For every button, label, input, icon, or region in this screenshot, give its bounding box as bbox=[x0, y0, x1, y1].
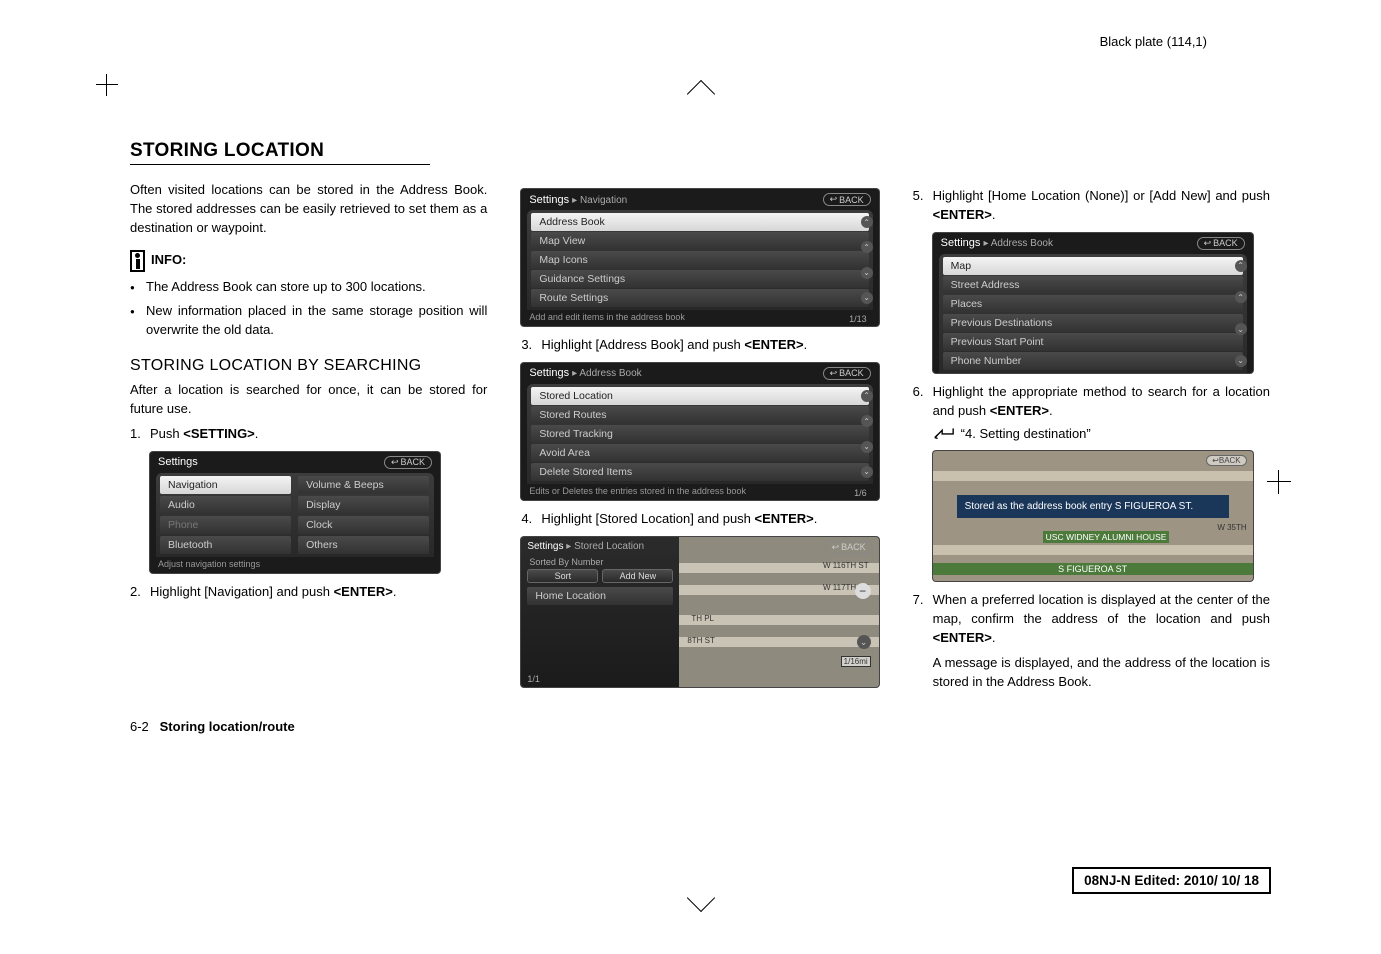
back-button[interactable]: ↩BACK bbox=[1206, 455, 1247, 466]
menu-item[interactable]: Stored Location bbox=[531, 387, 868, 405]
back-button[interactable]: ↩BACK bbox=[384, 456, 432, 469]
step-3: 3. Highlight [Address Book] and push <EN… bbox=[521, 336, 878, 355]
plate-label: Black plate (114,1) bbox=[1100, 34, 1207, 49]
menu-item[interactable]: Address Book bbox=[531, 213, 868, 231]
shot-footer: Adjust navigation settings bbox=[150, 557, 440, 573]
section-title: STORING LOCATION bbox=[130, 140, 430, 165]
menu-item[interactable]: Volume & Beeps bbox=[298, 476, 429, 494]
step-5: 5. Highlight [Home Location (None)] or [… bbox=[913, 187, 1270, 225]
back-button[interactable]: ↩BACK bbox=[825, 541, 873, 554]
menu-item[interactable]: Route Settings bbox=[531, 289, 868, 307]
back-button[interactable]: ↩BACK bbox=[823, 367, 871, 380]
registration-mark-bottom bbox=[686, 884, 714, 912]
sort-button[interactable]: Sort bbox=[527, 569, 598, 583]
scroll-arrows[interactable]: ⌃⌃⌄⌄ bbox=[861, 216, 875, 304]
step-2: 2. Highlight [Navigation] and push <ENTE… bbox=[130, 583, 487, 602]
back-button[interactable]: ↩BACK bbox=[823, 193, 871, 206]
menu-item[interactable]: Clock bbox=[298, 516, 429, 534]
scroll-down-icon[interactable]: ⌄ bbox=[857, 635, 871, 649]
menu-item[interactable]: Bluetooth bbox=[160, 536, 291, 554]
confirmation-message: Stored as the address book entry S FIGUE… bbox=[957, 495, 1229, 518]
screenshot-address-book: Settings ▸ Address Book ↩BACK Stored Loc… bbox=[521, 363, 878, 500]
shot-title: Settings bbox=[158, 456, 198, 468]
shot-footer: Add and edit items in the address book bbox=[521, 310, 878, 326]
menu-item[interactable]: Stored Routes bbox=[531, 406, 868, 424]
menu-item[interactable]: Previous Destinations bbox=[943, 314, 1243, 332]
screenshot-stored-confirmation: ↩BACK Stored as the address book entry S… bbox=[933, 451, 1253, 581]
menu-item[interactable]: Phone bbox=[160, 516, 291, 534]
step-7: 7. When a preferred location is displaye… bbox=[913, 591, 1270, 648]
page-indicator: 1/1 bbox=[527, 674, 540, 684]
map-scale: 1/16mi bbox=[841, 656, 871, 667]
menu-item[interactable]: Phone Number bbox=[943, 352, 1243, 370]
menu-item[interactable]: Navigation bbox=[160, 476, 291, 494]
menu-item[interactable]: Delete Stored Items bbox=[531, 463, 868, 481]
sorted-label: Sorted By Number bbox=[525, 557, 675, 569]
crop-mark-right bbox=[1267, 470, 1291, 494]
reference-icon bbox=[933, 426, 955, 443]
registration-mark-top bbox=[686, 80, 714, 108]
menu-item[interactable]: Previous Start Point bbox=[943, 333, 1243, 351]
step-6: 6. Highlight the appropriate method to s… bbox=[913, 383, 1270, 421]
menu-item[interactable]: Map Icons bbox=[531, 251, 868, 269]
crop-mark-left bbox=[96, 74, 118, 96]
screenshot-settings: Settings ↩BACK Navigation Volume & Beeps… bbox=[150, 452, 440, 573]
back-button[interactable]: ↩BACK bbox=[1197, 237, 1245, 250]
subsection-heading: STORING LOCATION BY SEARCHING bbox=[130, 354, 487, 377]
zoom-out-button[interactable]: − bbox=[855, 583, 871, 599]
menu-item[interactable]: Street Address bbox=[943, 276, 1243, 294]
menu-item[interactable]: Others bbox=[298, 536, 429, 554]
scroll-arrows[interactable]: ⌃⌃⌄⌄ bbox=[861, 390, 875, 478]
menu-item[interactable]: Avoid Area bbox=[531, 444, 868, 462]
page-indicator: 1/6 bbox=[854, 488, 867, 498]
screenshot-address-book-methods: Settings ▸ Address Book ↩BACK Map Street… bbox=[933, 233, 1253, 373]
cross-reference: “4. Setting destination” bbox=[933, 426, 1270, 443]
info-bullet: The Address Book can store up to 300 loc… bbox=[130, 278, 487, 297]
menu-item[interactable]: Home Location bbox=[527, 587, 673, 605]
page-footer: 6-2 Storing location/route bbox=[130, 719, 1270, 734]
info-label: INFO: bbox=[151, 251, 186, 270]
shot-title: Settings ▸ Navigation bbox=[529, 194, 627, 206]
menu-item[interactable]: Map bbox=[943, 257, 1243, 275]
menu-item[interactable]: Stored Tracking bbox=[531, 425, 868, 443]
menu-item[interactable]: Guidance Settings bbox=[531, 270, 868, 288]
poi-label: USC WIDNEY ALUMNI HOUSE bbox=[1043, 531, 1170, 543]
subsection-intro: After a location is searched for once, i… bbox=[130, 381, 487, 419]
shot-footer: Edits or Deletes the entries stored in t… bbox=[521, 484, 878, 500]
street-name-band: S FIGUEROA ST bbox=[933, 563, 1253, 575]
intro-paragraph: Often visited locations can be stored in… bbox=[130, 181, 487, 238]
info-bullet: New information placed in the same stora… bbox=[130, 302, 487, 340]
screenshot-stored-location: W 116TH ST W 117TH ST TH PL 8TH ST Setti… bbox=[521, 537, 878, 687]
info-icon bbox=[130, 250, 145, 272]
step-4: 4. Highlight [Stored Location] and push … bbox=[521, 510, 878, 529]
step-7-note: A message is displayed, and the address … bbox=[933, 654, 1270, 692]
menu-item[interactable]: Places bbox=[943, 295, 1243, 313]
menu-item[interactable]: Map View bbox=[531, 232, 868, 250]
scroll-arrows[interactable]: ⌃⌃⌄⌄ bbox=[1235, 260, 1249, 367]
street-label: W 35TH bbox=[1217, 523, 1246, 532]
screenshot-navigation: Settings ▸ Navigation ↩BACK Address Book… bbox=[521, 189, 878, 326]
page-indicator: 1/13 bbox=[849, 314, 867, 324]
menu-item[interactable]: Display bbox=[298, 496, 429, 514]
step-1: 1. Push <SETTING>. bbox=[130, 425, 487, 444]
menu-item[interactable]: Audio bbox=[160, 496, 291, 514]
add-new-button[interactable]: Add New bbox=[602, 569, 673, 583]
document-stamp: 08NJ-N Edited: 2010/ 10/ 18 bbox=[1072, 867, 1271, 894]
